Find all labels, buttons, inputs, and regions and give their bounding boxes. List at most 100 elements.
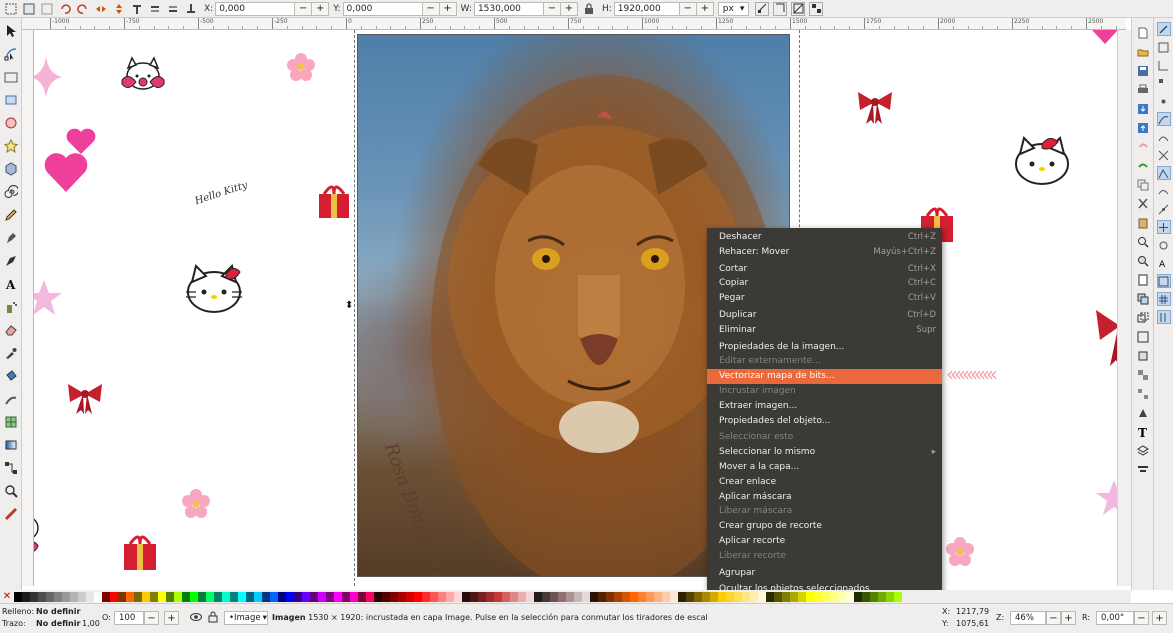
palette-swatch[interactable] [534, 591, 542, 602]
palette-swatch[interactable] [582, 591, 590, 602]
snap-rotation-center-icon[interactable] [1157, 238, 1171, 252]
palette-swatch[interactable] [670, 591, 678, 602]
palette-swatch[interactable] [894, 591, 902, 602]
menu-item[interactable]: Mover a la capa... [707, 460, 942, 475]
menu-item[interactable]: Vectorizar mapa de bits... [707, 369, 942, 384]
palette-swatch[interactable] [134, 591, 142, 602]
palette-swatch[interactable] [518, 591, 526, 602]
palette-swatch[interactable] [574, 591, 582, 602]
palette-swatch[interactable] [622, 591, 630, 602]
palette-swatch[interactable] [886, 591, 894, 602]
palette-swatch[interactable] [718, 591, 726, 602]
palette-swatch[interactable] [174, 591, 182, 602]
lock-icon[interactable] [208, 611, 218, 625]
select-original-icon[interactable] [1136, 349, 1150, 363]
node-tool-icon[interactable] [2, 44, 19, 63]
palette-swatch[interactable] [382, 591, 390, 602]
palette-swatch[interactable] [542, 591, 550, 602]
eraser-tool-icon[interactable] [2, 320, 19, 339]
palette-swatch[interactable] [118, 591, 126, 602]
snap-paths-icon[interactable] [1157, 130, 1171, 144]
zoom-page-icon[interactable] [1136, 273, 1150, 287]
palette-swatch[interactable] [374, 591, 382, 602]
y-decrement-button[interactable]: − [422, 1, 440, 16]
save-icon[interactable] [1136, 64, 1150, 78]
unit-select[interactable]: px ▾ [717, 1, 750, 16]
zoom-increment-button[interactable]: + [1061, 611, 1076, 625]
snap-intersections-icon[interactable] [1157, 148, 1171, 162]
scale-stroke-icon[interactable] [755, 1, 770, 16]
bucket-tool-icon[interactable] [2, 366, 19, 385]
palette-swatch[interactable] [550, 591, 558, 602]
palette-swatch[interactable] [734, 591, 742, 602]
ellipse-tool-icon[interactable] [2, 113, 19, 132]
snap-smooth-icon[interactable] [1157, 184, 1171, 198]
rotation-decrement-button[interactable]: − [1134, 611, 1149, 625]
unlink-clone-icon[interactable] [1136, 330, 1150, 344]
palette-swatch[interactable] [102, 591, 110, 602]
palette-swatch[interactable] [478, 591, 486, 602]
palette-swatch[interactable] [742, 591, 750, 602]
palette-swatch[interactable] [150, 591, 158, 602]
pencil-tool-icon[interactable] [2, 205, 19, 224]
print-icon[interactable] [1136, 83, 1150, 97]
dropper-tool-icon[interactable] [2, 343, 19, 362]
palette-swatch[interactable] [350, 591, 358, 602]
flip-vertical-icon[interactable] [112, 2, 126, 16]
x-increment-button[interactable]: + [312, 1, 330, 16]
palette-swatch[interactable] [302, 591, 310, 602]
palette-swatch[interactable] [846, 591, 854, 602]
x-decrement-button[interactable]: − [295, 1, 313, 16]
clone-icon[interactable] [1136, 311, 1150, 325]
flip-horizontal-icon[interactable] [94, 2, 108, 16]
stroke-value[interactable]: No definir [36, 619, 80, 628]
no-paint-icon[interactable]: ✕ [2, 591, 12, 602]
palette-swatch[interactable] [830, 591, 838, 602]
snap-nodes-icon[interactable] [1156, 112, 1171, 126]
menu-item[interactable]: Propiedades de la imagen... [707, 340, 942, 355]
palette-swatch[interactable] [262, 591, 270, 602]
vertical-scrollbar[interactable] [1117, 30, 1131, 586]
connector-tool-icon[interactable] [2, 458, 19, 477]
palette-swatch[interactable] [142, 591, 150, 602]
zoom-tool-icon[interactable] [2, 481, 19, 500]
palette-swatch[interactable] [206, 591, 214, 602]
menu-item[interactable]: Crear grupo de recorte [707, 519, 942, 534]
palette-swatch[interactable] [334, 591, 342, 602]
lock-ratio-icon[interactable] [582, 2, 596, 16]
snap-centers-icon[interactable] [1156, 220, 1171, 234]
palette-swatch[interactable] [790, 591, 798, 602]
measure-tool-icon[interactable] [2, 504, 19, 523]
snap-bbox-edge-icon[interactable] [1157, 58, 1171, 72]
palette-swatch[interactable] [678, 591, 686, 602]
rotate-cw-icon[interactable] [76, 2, 90, 16]
group-icon[interactable] [1136, 368, 1150, 382]
menu-item[interactable]: Rehacer: Mover Mayús+Ctrl+Z [707, 245, 942, 260]
palette-swatch[interactable] [558, 591, 566, 602]
raise-icon[interactable] [148, 2, 162, 16]
palette-swatch[interactable] [390, 591, 398, 602]
palette-swatch[interactable] [654, 591, 662, 602]
snap-grid-icon[interactable] [1156, 292, 1171, 306]
move-patterns-icon[interactable] [809, 1, 824, 16]
palette-swatch[interactable] [606, 591, 614, 602]
spray-tool-icon[interactable] [2, 297, 19, 316]
palette-swatch[interactable] [294, 591, 302, 602]
palette-swatch[interactable] [454, 591, 462, 602]
menu-item[interactable]: Duplicar Ctrl+D [707, 308, 942, 323]
palette-swatch[interactable] [38, 591, 46, 602]
menu-item[interactable]: Crear enlace [707, 475, 942, 490]
palette-swatch[interactable] [190, 591, 198, 602]
palette-swatch[interactable] [270, 591, 278, 602]
palette-swatch[interactable] [854, 591, 862, 602]
menu-item[interactable]: Copiar Ctrl+C [707, 276, 942, 291]
rotation-increment-button[interactable]: + [1152, 611, 1167, 625]
zoom-selection-icon[interactable] [1136, 235, 1150, 249]
rotation-input[interactable]: 0,00° [1096, 611, 1134, 625]
palette-swatch[interactable] [166, 591, 174, 602]
duplicate-icon[interactable] [1136, 292, 1150, 306]
palette-swatch[interactable] [662, 591, 670, 602]
menu-item[interactable]: Eliminar Supr [707, 323, 942, 338]
undo-icon[interactable] [1136, 140, 1150, 154]
width-input[interactable]: 1530,000 [473, 1, 544, 16]
